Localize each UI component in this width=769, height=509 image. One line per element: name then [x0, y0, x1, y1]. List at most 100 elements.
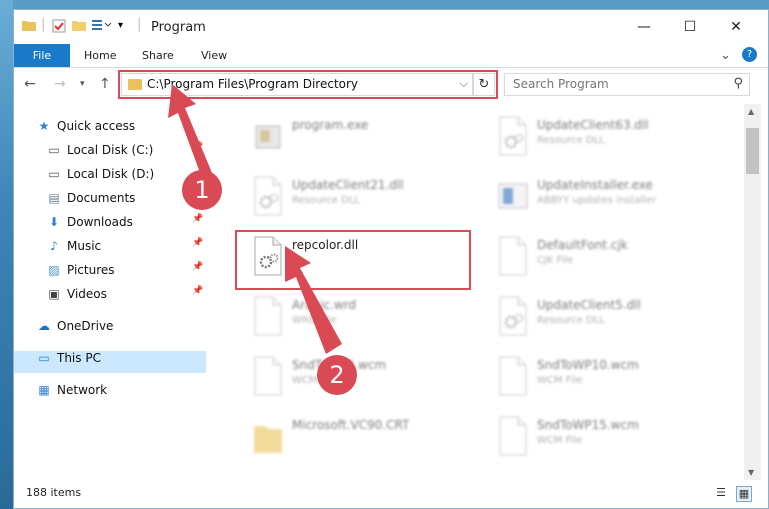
search-box[interactable]: ⚲ [504, 73, 750, 96]
recent-locations-icon[interactable]: ▾ [80, 79, 85, 89]
file-type: WCM File [537, 435, 583, 446]
tab-view[interactable]: View [201, 44, 227, 67]
ribbon-tabs: File Home Share View ⌄ ? [14, 44, 768, 68]
forward-arrow-icon[interactable]: → [54, 76, 66, 92]
nav-item-network[interactable]: ▦ Network [36, 379, 107, 401]
nav-item-downloads[interactable]: ⬇ Downloads [46, 211, 133, 233]
videos-icon: ▣ [48, 287, 60, 301]
installer-icon [497, 176, 529, 216]
file-item[interactable]: UpdateClient21.dll Resource DLL [234, 170, 484, 220]
onedrive-cloud-icon: ☁ [38, 319, 50, 333]
file-name: UpdateClient5.dll [537, 298, 641, 312]
file-name: SndToWP15.wcm [537, 418, 639, 432]
back-arrow-icon[interactable]: ← [24, 76, 36, 92]
dll-icon [497, 296, 529, 336]
status-bar: 188 items ☰ ▦ [14, 480, 768, 508]
tab-home[interactable]: Home [84, 44, 116, 67]
network-icon: ▦ [38, 383, 50, 397]
file-type: Resource DLL [537, 315, 605, 326]
address-highlight-box [118, 70, 498, 99]
search-input[interactable] [511, 76, 725, 92]
nav-item-onedrive[interactable]: ☁ OneDrive [36, 315, 113, 337]
file-list: program.exe UpdateClient63.dll Resource DL… [214, 104, 744, 480]
scrollbar-thumb[interactable] [746, 128, 759, 174]
new-folder-icon[interactable] [72, 19, 86, 35]
close-button[interactable]: ✕ [716, 14, 756, 40]
help-icon[interactable]: ? [742, 47, 757, 62]
scroll-up-icon[interactable]: ▲ [748, 107, 754, 116]
file-item[interactable]: SndToWP10.wcm WCM File [479, 350, 729, 400]
nav-item-this-pc[interactable]: ▭ This PC [36, 347, 101, 369]
nav-item-music[interactable]: ♪ Music [46, 235, 101, 257]
dll-icon [497, 116, 529, 156]
file-type: Resource DLL [292, 195, 360, 206]
file-item[interactable]: UpdateClient5.dll Resource DLL [479, 290, 729, 340]
nav-item-label: Documents [67, 191, 136, 205]
file-item[interactable]: Microsoft.VC90.CRT [234, 410, 484, 460]
nav-item-label: OneDrive [57, 319, 114, 333]
file-name: UpdateClient21.dll [292, 178, 404, 192]
pin-icon: 📌 [192, 142, 204, 152]
file-type: WRD File [292, 315, 337, 326]
large-icons-view-icon[interactable]: ▦ [736, 486, 752, 502]
pin-icon: 📌 [192, 262, 204, 272]
file-item[interactable]: program.exe [234, 110, 484, 160]
details-view-icon[interactable]: ☰ [714, 486, 728, 500]
drive-icon: ▭ [48, 167, 60, 181]
up-arrow-icon[interactable]: ↑ [99, 76, 111, 92]
pictures-icon: ▨ [48, 263, 60, 277]
nav-item-documents[interactable]: ▤ Documents [46, 187, 135, 209]
file-explorer-window: | ▾ | Program — ☐ ✕ File Home Share View… [13, 9, 769, 509]
nav-item-videos[interactable]: ▣ Videos [46, 283, 107, 305]
nav-item-local-disk-c[interactable]: ▭ Local Disk (C:) [46, 139, 153, 161]
folder-icon [252, 416, 284, 456]
file-name: SndToWP10.wcm [537, 358, 639, 372]
tab-file[interactable]: File [14, 44, 70, 67]
item-count: 188 items [26, 486, 82, 499]
file-name: DefaultFont.cjk [537, 238, 628, 252]
nav-item-pictures[interactable]: ▨ Pictures [46, 259, 114, 281]
nav-item-label: Network [57, 383, 108, 397]
file-icon [252, 296, 284, 336]
vertical-scrollbar[interactable]: ▲ ▼ [744, 104, 761, 480]
step-badge-2: 2 [317, 355, 357, 395]
title-bar: | ▾ | Program — ☐ ✕ [14, 10, 768, 44]
downloads-icon: ⬇ [48, 215, 60, 229]
dll-gear-icon [252, 236, 284, 276]
customize-icon[interactable] [92, 19, 112, 35]
minimize-button[interactable]: — [624, 14, 664, 40]
file-item[interactable]: SndToWP8.wcmWCM File [234, 350, 484, 400]
separator: | [137, 17, 142, 32]
file-item[interactable]: repcolor.dll [234, 230, 484, 280]
nav-item-label: Local Disk (C:) [67, 143, 154, 157]
file-type: Resource DLL [537, 135, 605, 146]
separator: | [41, 17, 46, 32]
scroll-down-icon[interactable]: ▼ [748, 468, 754, 477]
file-name: Microsoft.VC90.CRT [292, 418, 410, 432]
properties-icon[interactable] [52, 19, 66, 37]
dll-icon [252, 176, 284, 216]
file-item[interactable]: UpdateInstaller.exe ABBYY updates install… [479, 170, 729, 220]
folder-icon[interactable] [22, 19, 36, 35]
nav-item-label: Downloads [67, 215, 133, 229]
nav-item-label: This PC [57, 351, 101, 365]
pin-icon: 📌 [192, 238, 204, 248]
file-name: program.exe [292, 118, 369, 132]
nav-item-label: Local Disk (D:) [67, 167, 155, 181]
file-icon [252, 356, 284, 396]
expand-ribbon-icon[interactable]: ⌄ [720, 44, 731, 67]
file-type: CJK File [537, 255, 574, 266]
file-item[interactable]: Arabic.wrd WRD File [234, 290, 484, 340]
maximize-button[interactable]: ☐ [670, 14, 710, 40]
navigation-pane: ★ Quick access ▭ Local Disk (C:) 📌 ▭ Local Dis… [14, 104, 208, 480]
file-item[interactable]: UpdateClient63.dll Resource DLL [479, 110, 729, 160]
nav-item-quick-access[interactable]: ★ Quick access [36, 115, 136, 137]
quick-access-dropdown-icon[interactable]: ▾ [118, 20, 123, 31]
pin-icon: 📌 [192, 286, 204, 296]
file-item[interactable]: SndToWP15.wcm WCM File [479, 410, 729, 460]
file-icon [497, 236, 529, 276]
file-item[interactable]: DefaultFont.cjk CJK File [479, 230, 729, 280]
tab-share[interactable]: Share [142, 44, 174, 67]
file-name: Arabic.wrd [292, 298, 357, 312]
nav-item-local-disk-d[interactable]: ▭ Local Disk (D:) [46, 163, 154, 185]
